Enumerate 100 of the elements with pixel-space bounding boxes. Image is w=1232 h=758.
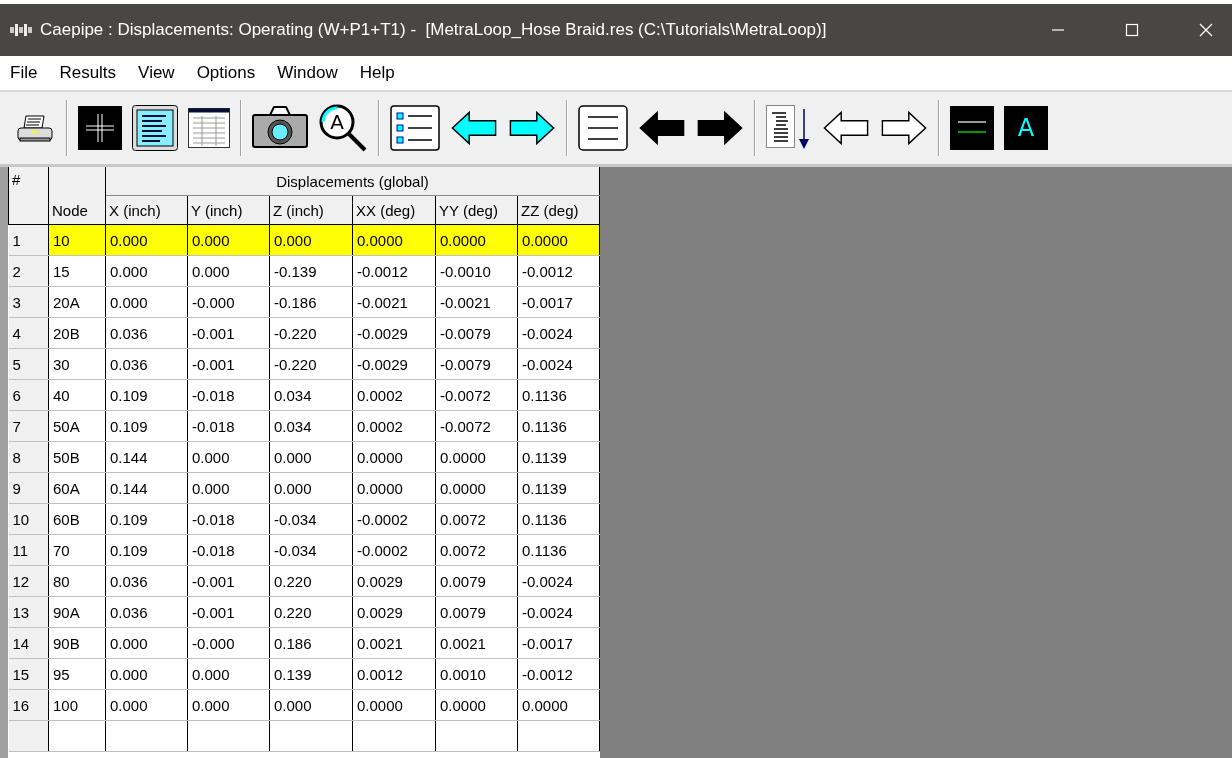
table-cell: 0.0000 <box>435 224 518 256</box>
table-row[interactable]: 14 90B 0.000 -0.000 0.186 0.0021 0.0021 -0.0017 <box>8 627 600 659</box>
left-arrow-icon[interactable] <box>822 108 870 148</box>
table-cell: 0.220 <box>269 565 353 597</box>
table-cell: 0.0000 <box>352 689 436 721</box>
table-cell: 0.000 <box>105 286 188 318</box>
table-cell: 90A <box>48 596 106 628</box>
table-row[interactable]: 5 30 0.036 -0.001 -0.220 -0.0029 -0.0079 -0.0024 <box>8 348 600 380</box>
left-arrow-icon[interactable] <box>450 108 498 148</box>
app-icon <box>10 24 32 36</box>
font-button[interactable]: A <box>1004 106 1048 150</box>
table-row[interactable]: 13 90A 0.036 -0.001 0.220 0.0029 0.0079 -0.0024 <box>8 596 600 628</box>
table-row[interactable]: 6 40 0.109 -0.018 0.034 0.0002 -0.0072 0.1136 <box>8 379 600 411</box>
right-arrow-icon[interactable] <box>880 108 928 148</box>
table-cell: 10 <box>48 224 106 256</box>
sort-down-icon[interactable] <box>766 105 812 151</box>
table-cell: 0.220 <box>269 596 353 628</box>
table-cell: 0.000 <box>269 472 353 504</box>
row-number: 5 <box>8 348 49 380</box>
table-row[interactable]: 16 100 0.000 0.000 0.000 0.0000 0.0000 0.0000 <box>8 689 600 721</box>
table-cell: -0.018 <box>187 379 270 411</box>
line-style-icon[interactable] <box>950 106 994 150</box>
table-row[interactable]: 4 20B 0.036 -0.001 -0.220 -0.0029 -0.0079 -0.0024 <box>8 317 600 349</box>
table-cell: 0.0000 <box>352 441 436 473</box>
table-cell: -0.139 <box>269 255 353 287</box>
menu-item[interactable]: View <box>138 63 175 83</box>
table-cell: -0.018 <box>187 534 270 566</box>
table-cell: 0.0012 <box>352 658 436 690</box>
camera-icon[interactable] <box>252 105 308 151</box>
table-cell: 0.000 <box>187 224 270 256</box>
row-number: 15 <box>8 658 49 690</box>
table-cell: -0.0024 <box>517 596 600 628</box>
table-cell: -0.0002 <box>352 503 436 535</box>
table-row[interactable]: 12 80 0.036 -0.001 0.220 0.0029 0.0079 -0.0024 <box>8 565 600 597</box>
table-row[interactable]: 10 60B 0.109 -0.018 -0.034 -0.0002 0.0072 0.1136 <box>8 503 600 535</box>
table-cell: 0.0021 <box>352 627 436 659</box>
menu-item[interactable]: Help <box>359 63 395 83</box>
menu-item[interactable]: File <box>10 63 38 83</box>
table-cell: 0.036 <box>105 348 188 380</box>
table-cell: 0.0000 <box>517 689 600 721</box>
table-row[interactable]: 9 60A 0.144 0.000 0.000 0.0000 0.0000 0.1139 <box>8 472 600 504</box>
align-icon[interactable] <box>578 105 628 151</box>
menu-item[interactable]: Window <box>277 63 338 83</box>
table-cell: 0.000 <box>105 224 188 256</box>
table-row[interactable]: 3 20A 0.000 -0.000 -0.186 -0.0021 -0.0021 -0.0017 <box>8 286 600 318</box>
right-arrow-icon[interactable] <box>696 108 744 148</box>
table-row[interactable]: 8 50B 0.144 0.000 0.000 0.0000 0.0000 0.1139 <box>8 441 600 473</box>
table-row[interactable]: 11 70 0.109 -0.018 -0.034 -0.0002 0.0072 0.1136 <box>8 534 600 566</box>
crosshair-icon[interactable] <box>78 106 122 150</box>
table-row[interactable]: 15 95 0.000 0.000 0.139 0.0012 0.0010 -0.0012 <box>8 658 600 690</box>
table-cell: 0.036 <box>105 317 188 349</box>
window-title: Caepipe : Displacements: Operating (W+P1+T1) - [MetraLoop_Hose Braid.res (C:\Tutorials\MetraLoop)] <box>40 20 827 40</box>
left-arrow-icon[interactable] <box>638 108 686 148</box>
table-cell: 0.109 <box>105 503 188 535</box>
row-number: 3 <box>8 286 49 318</box>
menu-item[interactable]: Results <box>59 63 117 83</box>
table-cell: -0.0079 <box>435 317 518 349</box>
table-cell: -0.0072 <box>435 379 518 411</box>
table-cell: 0.000 <box>187 472 270 504</box>
table-cell: -0.0012 <box>517 658 600 690</box>
table-cell: -0.0079 <box>435 348 518 380</box>
table-cell: 0.0000 <box>435 689 518 721</box>
row-number: 9 <box>8 472 49 504</box>
table-cell: -0.220 <box>269 317 353 349</box>
table-cell: 0.000 <box>105 689 188 721</box>
table-cell: 0.0000 <box>435 441 518 473</box>
table-cell: 0.034 <box>269 379 353 411</box>
table-cell: 0.0029 <box>352 565 436 597</box>
table-cell: 0.139 <box>269 658 353 690</box>
table-cell: 0.144 <box>105 441 188 473</box>
table-icon[interactable] <box>188 108 230 148</box>
table-cell: 100 <box>48 689 106 721</box>
table-cell: -0.001 <box>187 348 270 380</box>
table-cell: -0.001 <box>187 596 270 628</box>
table-cell: -0.0012 <box>517 255 600 287</box>
table-cell: -0.0017 <box>517 627 600 659</box>
table-cell: 0.0000 <box>352 472 436 504</box>
row-number: 11 <box>8 534 49 566</box>
row-number: 4 <box>8 317 49 349</box>
table-row[interactable]: 2 15 0.000 0.000 -0.139 -0.0012 -0.0010 -0.0012 <box>8 255 600 287</box>
list-icon[interactable] <box>390 105 440 151</box>
table-row[interactable]: 1 10 0.000 0.000 0.000 0.0000 0.0000 0.0000 <box>8 224 600 256</box>
document-icon[interactable] <box>132 105 178 151</box>
column-header: X (inch) <box>105 195 188 225</box>
table-cell: -0.0029 <box>352 348 436 380</box>
table-row[interactable]: 7 50A 0.109 -0.018 0.034 0.0002 -0.0072 0.1136 <box>8 410 600 442</box>
table-cell: 90B <box>48 627 106 659</box>
table-cell: 20A <box>48 286 106 318</box>
table-cell: -0.0024 <box>517 565 600 597</box>
table-cell: -0.0029 <box>352 317 436 349</box>
row-number: 10 <box>8 503 49 535</box>
table-cell: 0.1136 <box>517 534 600 566</box>
row-number: 6 <box>8 379 49 411</box>
table-cell: -0.000 <box>187 627 270 659</box>
close-icon[interactable] <box>1198 22 1214 38</box>
table-cell: -0.018 <box>187 503 270 535</box>
menu-item[interactable]: Options <box>196 63 256 83</box>
maximize-icon[interactable] <box>1124 22 1140 38</box>
right-arrow-icon[interactable] <box>508 108 556 148</box>
table-cell: 0.0021 <box>435 627 518 659</box>
